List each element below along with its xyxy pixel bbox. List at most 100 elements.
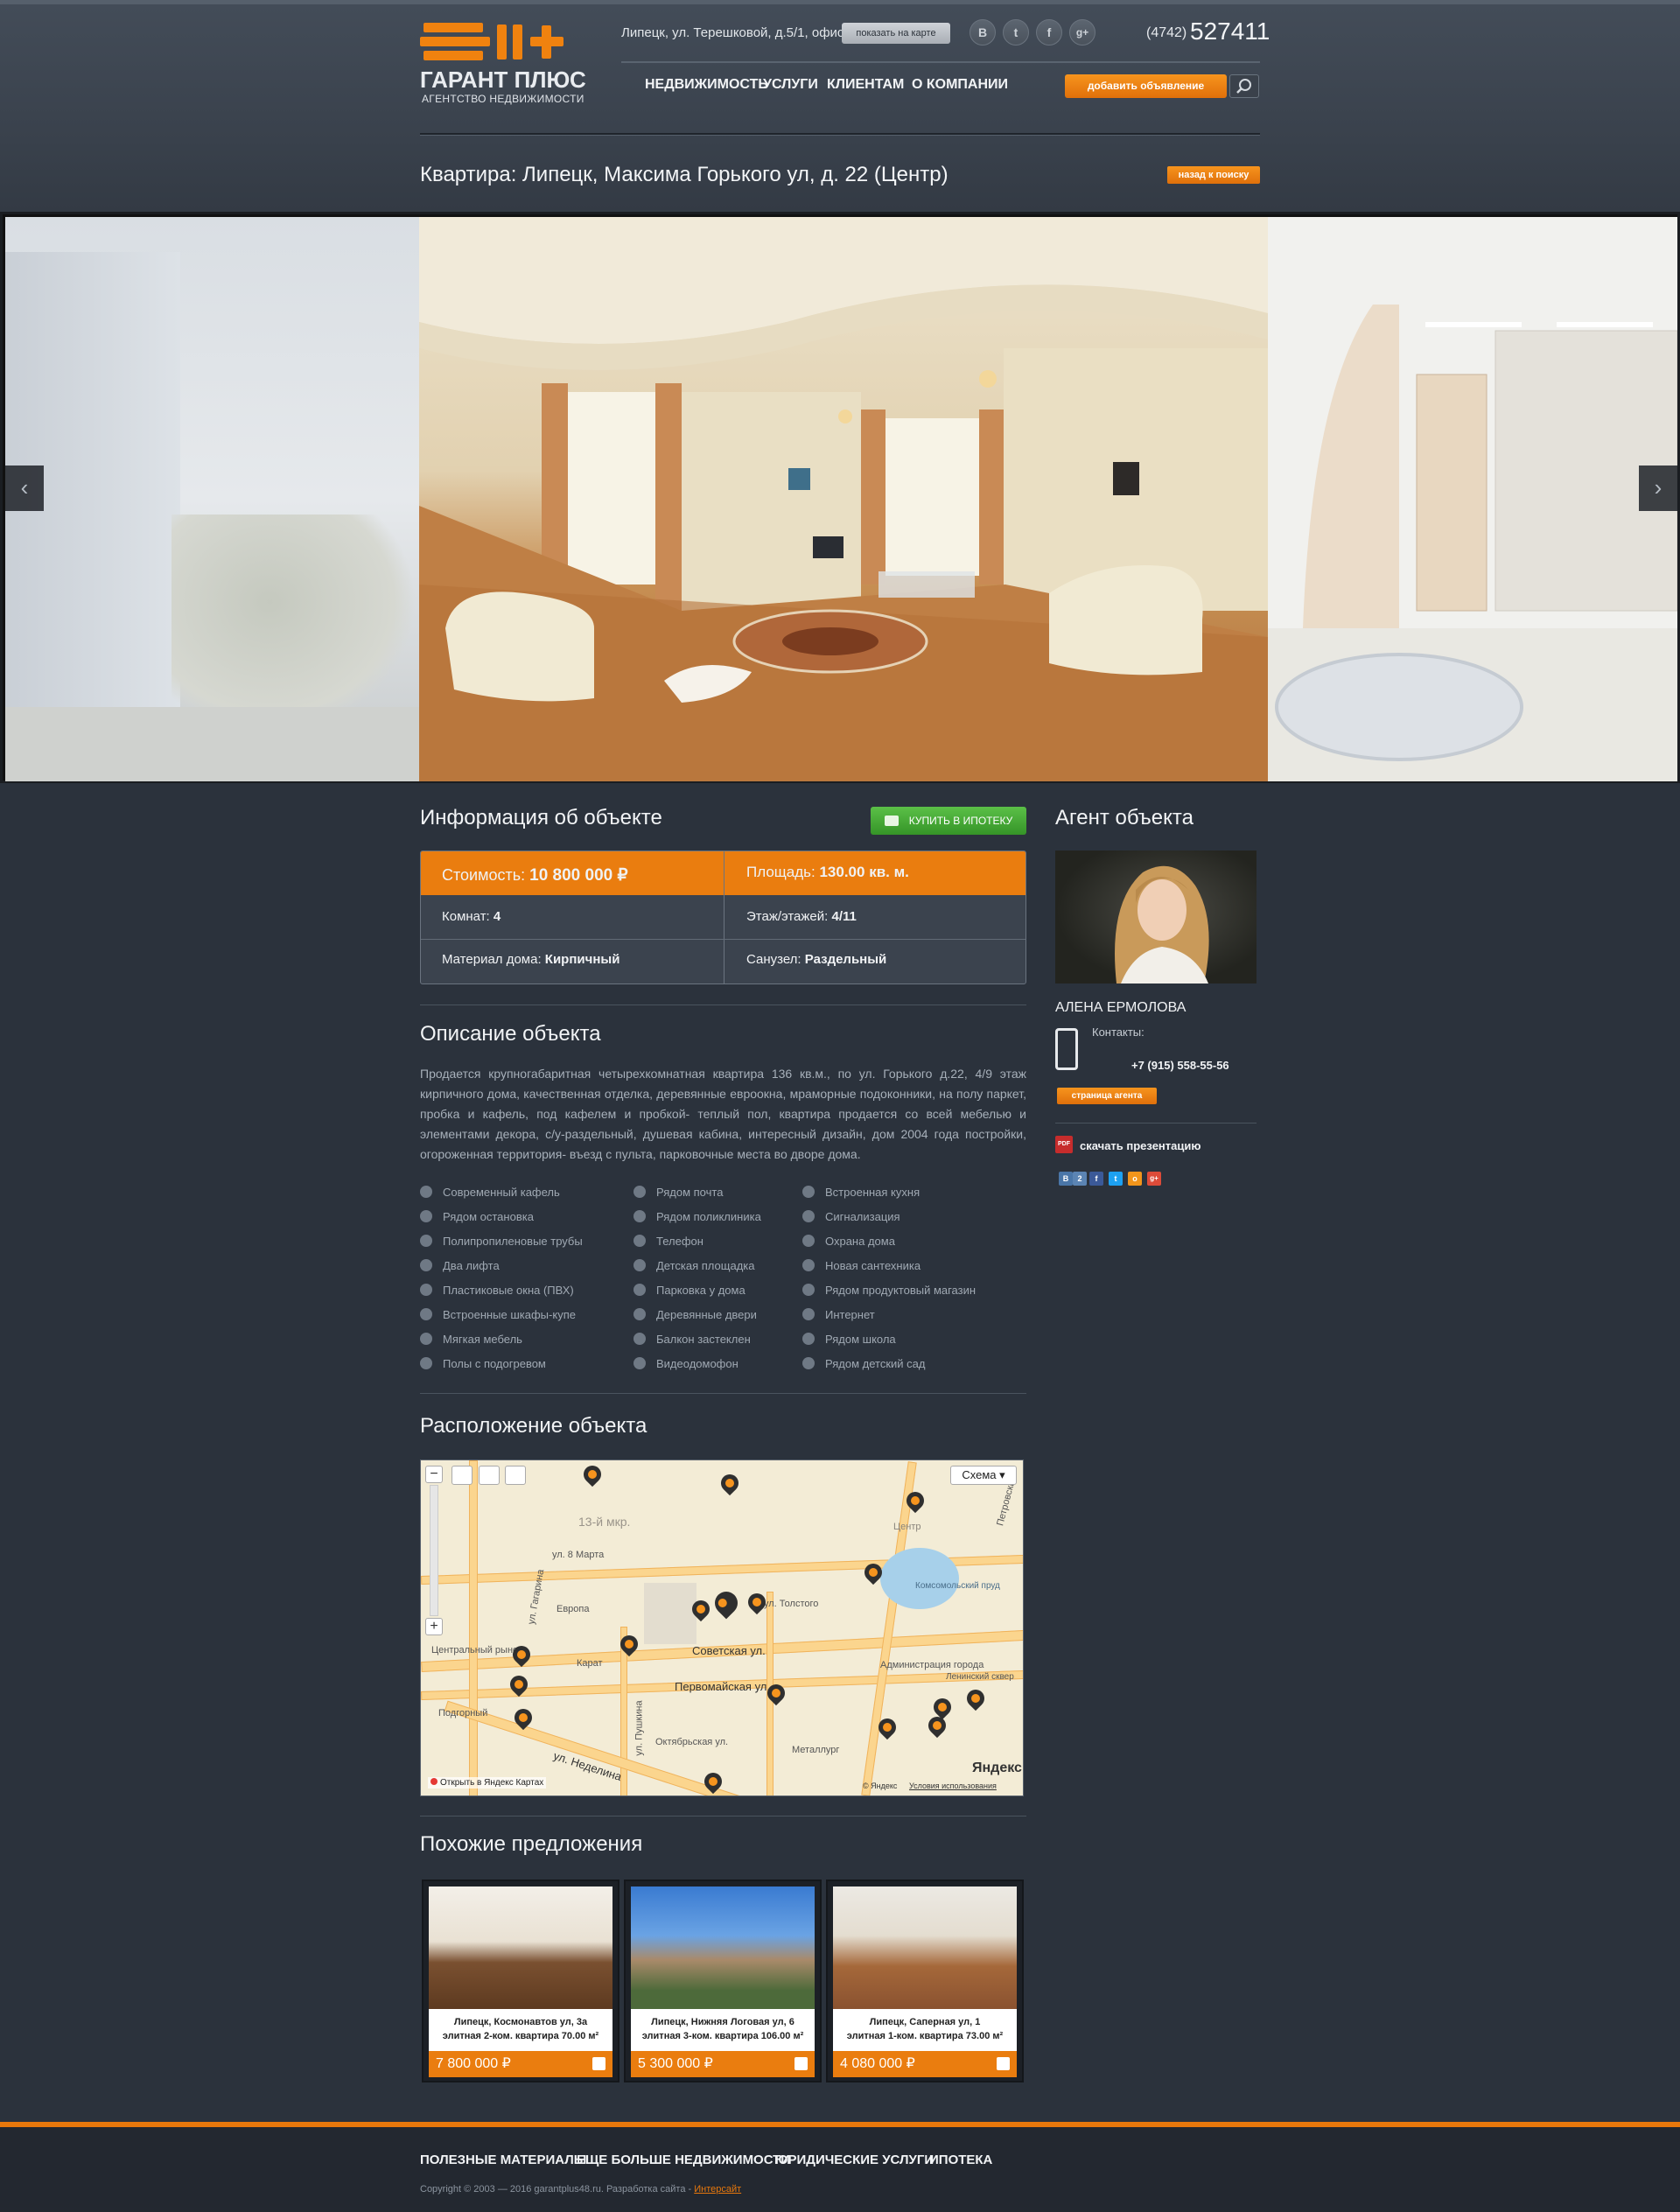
map-label: Подгорный (438, 1708, 488, 1718)
feature-label: Видеодомофон (656, 1357, 738, 1370)
twitter-share-icon[interactable]: t (1109, 1172, 1123, 1186)
footer-link-more-realty[interactable]: ЕЩЕ БОЛЬШЕ НЕДВИЖИМОСТИ (577, 2152, 790, 2167)
tree-shape (172, 514, 416, 733)
facebook-share-icon[interactable]: f (1089, 1172, 1103, 1186)
map-magnifier-tool-icon[interactable] (479, 1466, 500, 1485)
gallery-prev-button[interactable]: ‹ (5, 466, 44, 511)
similar-address: Липецк, Саперная ул, 1 (869, 2017, 981, 2027)
map-pin[interactable] (962, 1685, 989, 1712)
search-button[interactable] (1229, 74, 1259, 98)
map-pin[interactable] (579, 1461, 606, 1488)
add-listing-button[interactable]: добавить объявление (1065, 74, 1227, 98)
map-zoom-slider[interactable] (430, 1485, 438, 1616)
feature-label: Рядом почта (656, 1186, 724, 1199)
feature-item: Сигнализация (802, 1210, 900, 1223)
nav-about[interactable]: О КОМПАНИИ (912, 77, 1008, 93)
pdf-icon: PDF (1055, 1136, 1073, 1153)
similar-price-value: 7 800 000 ₽ (436, 2056, 511, 2071)
map-zoom-in-button[interactable]: + (425, 1618, 443, 1635)
nav-clients[interactable]: КЛИЕНТАМ (827, 77, 904, 93)
google-plus-icon[interactable]: g+ (1069, 19, 1096, 46)
map-terms-link[interactable]: Условия использования (909, 1782, 997, 1790)
feature-label: Рядом поликлиника (656, 1210, 761, 1223)
description-heading: Описание объекта (420, 1022, 601, 1046)
open-in-yandex-link[interactable]: Открыть в Яндекс Картах (428, 1777, 547, 1788)
similar-card[interactable]: Липецк, Саперная ул, 1 элитная 1-ком. кв… (826, 1880, 1024, 2082)
check-icon (634, 1186, 646, 1198)
similar-type: элитная 1-ком. квартира 73.00 м² (846, 2031, 1004, 2041)
cost-cell: Стоимость: 10 800 000 ₽ (442, 865, 628, 886)
back-to-search-button[interactable]: назад к поиску (1167, 166, 1260, 184)
similar-card[interactable]: Липецк, Космонавтов ул, 3а элитная 2-ком… (422, 1880, 620, 2082)
open-link-icon[interactable] (997, 2057, 1010, 2070)
map-pin-selected[interactable] (710, 1586, 743, 1620)
map-label: ул. Толстого (764, 1599, 819, 1609)
feature-label: Мягкая мебель (443, 1333, 522, 1346)
info-heading: Информация об объекте (420, 806, 662, 830)
check-icon (802, 1357, 815, 1369)
odnoklassniki-share-icon[interactable]: o (1128, 1172, 1142, 1186)
map-ruler-tool-icon[interactable] (505, 1466, 526, 1485)
download-presentation-link[interactable]: скачать презентацию (1080, 1139, 1200, 1152)
facebook-icon[interactable]: f (1036, 19, 1062, 46)
logo-mark-5 (513, 24, 522, 60)
google-plus-share-icon[interactable]: g+ (1147, 1172, 1161, 1186)
check-icon (420, 1308, 432, 1320)
location-map[interactable]: 13-й мкр. ул. 8 Марта Европа Советская у… (420, 1460, 1024, 1796)
twitter-icon[interactable]: t (1003, 19, 1029, 46)
developer-link[interactable]: Интерсайт (694, 2184, 741, 2194)
map-pond (880, 1548, 959, 1609)
gallery-next-button[interactable]: › (1639, 466, 1677, 511)
agent-phone[interactable]: +7 (915) 558-55-56 (1131, 1059, 1229, 1072)
map-block (644, 1583, 696, 1644)
rooms-label: Комнат: (442, 909, 490, 924)
feature-label: Новая сантехника (825, 1259, 921, 1272)
open-link-icon[interactable] (794, 2057, 808, 2070)
feature-label: Пластиковые окна (ПВХ) (443, 1284, 574, 1297)
buy-mortgage-button[interactable]: КУПИТЬ В ИПОТЕКУ (871, 807, 1026, 835)
logo-mark (424, 23, 483, 32)
logo[interactable]: ГАРАНТ ПЛЮС АГЕНТСТВО НЕДВИЖИМОСТИ (420, 21, 586, 105)
similar-address: Липецк, Космонавтов ул, 3а (453, 2017, 588, 2027)
gallery-photo-main[interactable] (419, 217, 1268, 781)
show-on-map-button[interactable]: показать на карте (842, 23, 950, 44)
agent-page-button[interactable]: страница агента (1057, 1088, 1157, 1104)
bathroom-cell: Санузел: Раздельный (746, 952, 886, 967)
gallery-photo-previous[interactable] (5, 217, 419, 781)
similar-price: 4 080 000 ₽ (833, 2051, 1017, 2077)
header-divider-2 (420, 133, 1260, 136)
agent-contacts-label: Контакты: (1092, 1026, 1144, 1039)
feature-item: Современный кафель (420, 1186, 560, 1199)
footer-link-materials[interactable]: ПОЛЕЗНЫЕ МАТЕРИАЛЫ (420, 2152, 586, 2167)
similar-price-value: 4 080 000 ₽ (840, 2056, 915, 2071)
info-table: Стоимость: 10 800 000 ₽ Площадь: 130.00 … (420, 850, 1026, 984)
map-pin[interactable] (929, 1694, 956, 1720)
vk-share-icon[interactable]: В (1059, 1172, 1073, 1186)
footer-link-mortgage[interactable]: ИПОТЕКА (929, 2152, 992, 2167)
feature-item: Мягкая мебель (420, 1333, 522, 1346)
section-divider (420, 1393, 1026, 1394)
nav-realty[interactable]: НЕДВИЖИМОСТЬ (645, 77, 768, 93)
location-heading: Расположение объекта (420, 1414, 648, 1438)
check-icon (802, 1308, 815, 1320)
check-icon (420, 1235, 432, 1247)
office-address: Липецк, ул. Терешковой, д.5/1, офис 3 (621, 25, 855, 40)
similar-price: 5 300 000 ₽ (631, 2051, 815, 2077)
map-pin[interactable] (717, 1470, 743, 1496)
open-link-icon[interactable] (592, 2057, 606, 2070)
map-pin[interactable] (744, 1589, 770, 1615)
map-type-select[interactable]: Схема ▾ (950, 1466, 1017, 1485)
material-label: Материал дома: (442, 952, 542, 967)
similar-card[interactable]: Липецк, Нижняя Логовая ул, 6 элитная 3-к… (624, 1880, 822, 2082)
nav-services[interactable]: УСЛУГИ (763, 77, 818, 93)
map-label: Советская ул. (692, 1644, 766, 1657)
map-drag-tool-icon[interactable] (452, 1466, 472, 1485)
vk-icon[interactable]: В (970, 19, 996, 46)
gallery-photo-next[interactable] (1268, 217, 1677, 781)
buy-mortgage-label: КУПИТЬ В ИПОТЕКУ (908, 815, 1013, 827)
map-zoom-out-button[interactable]: − (425, 1466, 443, 1483)
map-pin[interactable] (924, 1712, 950, 1739)
footer-link-legal[interactable]: ЮРИДИЧЕСКИЕ УСЛУГИ (774, 2152, 934, 2167)
map-label: Первомайская ул. (675, 1680, 770, 1693)
agent-photo[interactable] (1055, 850, 1256, 984)
